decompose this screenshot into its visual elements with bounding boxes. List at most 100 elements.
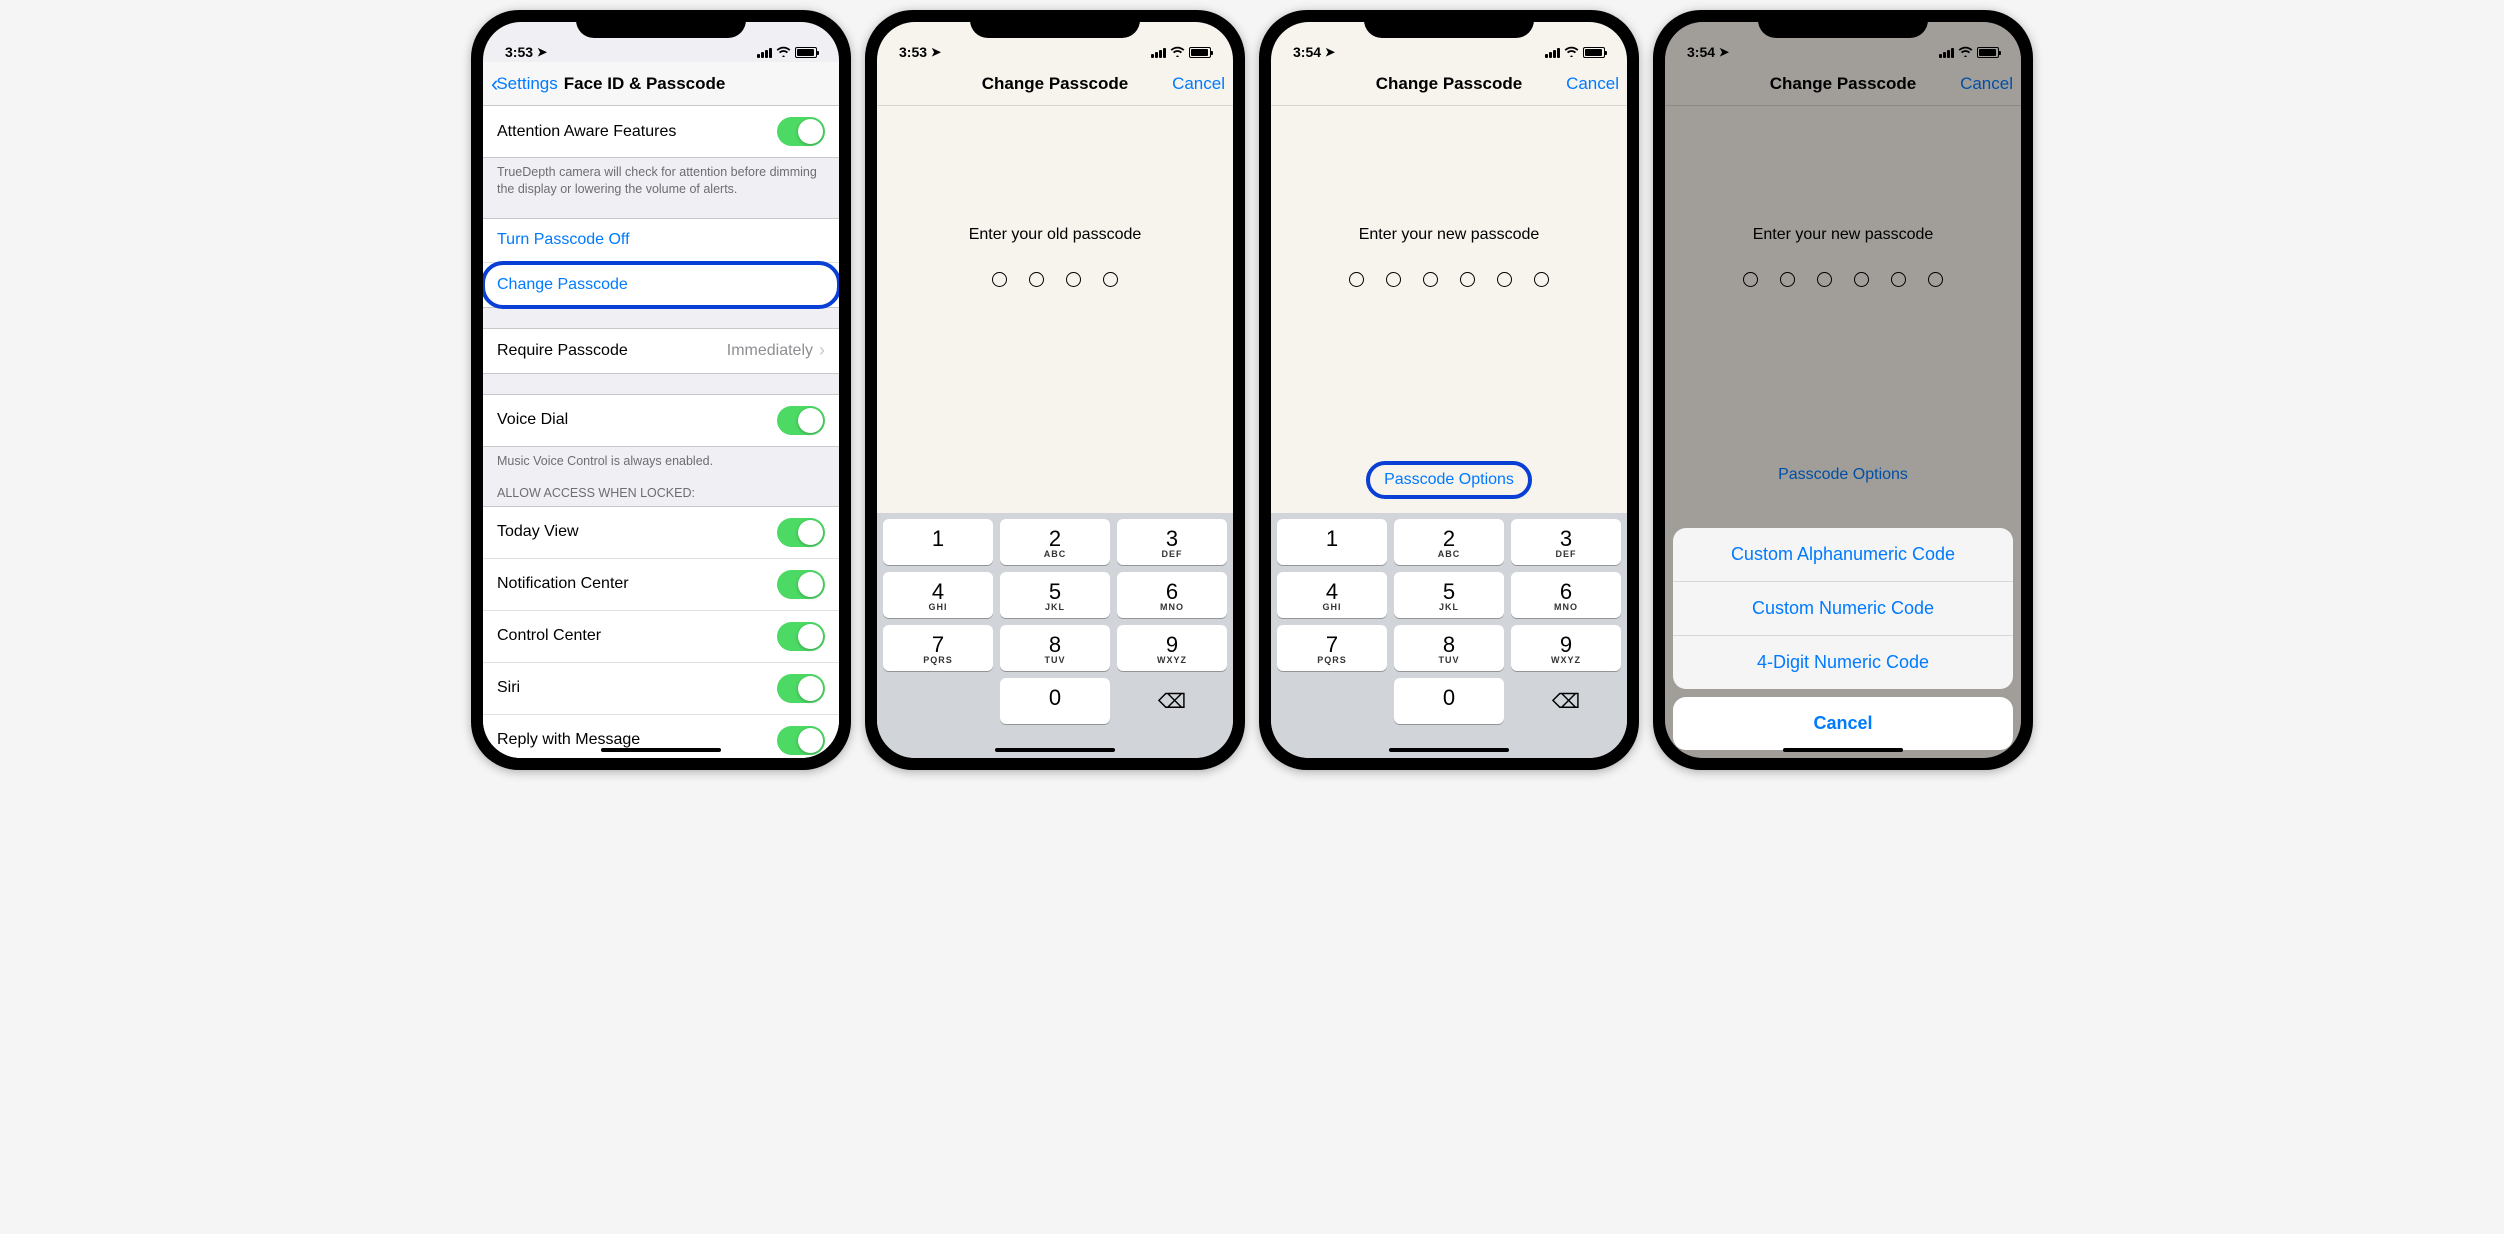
notch [576,10,746,38]
voice-dial-row[interactable]: Voice Dial [483,395,839,446]
toggle-on[interactable] [777,117,825,146]
passcode-dot [1103,272,1118,287]
keypad-1[interactable]: 1 [883,519,993,565]
keypad-6[interactable]: 6MNO [1117,572,1227,618]
cell-detail: Immediately [727,342,813,360]
require-passcode-row[interactable]: Require Passcode Immediately › [483,329,839,373]
passcode-dot [1386,272,1401,287]
allow-notification-center[interactable]: Notification Center [483,559,839,611]
option-custom-alphanumeric[interactable]: Custom Alphanumeric Code [1673,528,2013,582]
passcode-dot [1029,272,1044,287]
battery-icon [1189,47,1211,58]
allow-today-view[interactable]: Today View [483,507,839,559]
home-indicator[interactable] [601,748,721,752]
home-indicator[interactable] [995,748,1115,752]
keypad-3[interactable]: 3DEF [1117,519,1227,565]
keypad-1[interactable]: 1 [1277,519,1387,565]
toggle-on[interactable] [777,726,825,755]
phone-frame-4: 3:54➤ Change Passcode Cancel Enter your … [1653,10,2033,770]
allow-access-group: Today View Notification Center Control C… [483,506,839,758]
nav-bar: ‹ Settings Face ID & Passcode [483,62,839,106]
passcode-dot [1460,272,1475,287]
passcode-dot [1497,272,1512,287]
numeric-keypad: 1 2ABC3DEF 4GHI5JKL6MNO 7PQRS8TUV9WXYZ0 ⌫ [1271,513,1627,730]
attention-footer: TrueDepth camera will check for attentio… [483,158,839,198]
wifi-icon [1170,45,1185,60]
status-time: 3:53 [505,44,533,60]
wifi-icon [776,45,791,60]
cancel-button[interactable]: Cancel [1172,74,1225,94]
toggle-on[interactable] [777,622,825,651]
notch [970,10,1140,38]
keypad-6[interactable]: 6MNO [1511,572,1621,618]
passcode-options-button[interactable]: Passcode Options [1372,465,1526,495]
keypad-4[interactable]: 4GHI [1277,572,1387,618]
allow-control-center[interactable]: Control Center [483,611,839,663]
passcode-dot [1423,272,1438,287]
keypad-8[interactable]: 8TUV [1000,625,1110,671]
passcode-prompt: Enter your old passcode [969,226,1142,244]
toggle-on[interactable] [777,518,825,547]
keypad-0[interactable]: 0 [1394,678,1504,724]
keypad-delete[interactable]: ⌫ [1511,678,1621,724]
option-custom-numeric[interactable]: Custom Numeric Code [1673,582,2013,636]
change-passcode-button[interactable]: Change Passcode [483,263,839,307]
keypad-blank [1277,678,1387,724]
keypad-8[interactable]: 8TUV [1394,625,1504,671]
notch [1364,10,1534,38]
cell-label: Turn Passcode Off [497,231,630,249]
voice-footer: Music Voice Control is always enabled. [483,447,839,470]
attention-aware-row[interactable]: Attention Aware Features [483,106,839,157]
location-icon: ➤ [537,45,547,59]
cell-label: Voice Dial [497,411,568,429]
battery-icon [1583,47,1605,58]
keypad-7[interactable]: 7PQRS [1277,625,1387,671]
notch [1758,10,1928,38]
keypad-5[interactable]: 5JKL [1000,572,1110,618]
numeric-keypad: 1 2ABC3DEF 4GHI5JKL6MNO 7PQRS8TUV9WXYZ0 ⌫ [877,513,1233,730]
battery-icon [795,47,817,58]
keypad-9[interactable]: 9WXYZ [1117,625,1227,671]
back-label: Settings [496,74,557,94]
passcode-entry: Enter your new passcode Passcode Options [1271,106,1627,513]
cell-label: Change Passcode [497,276,628,294]
keypad-4[interactable]: 4GHI [883,572,993,618]
toggle-on[interactable] [777,570,825,599]
toggle-on[interactable] [777,406,825,435]
keypad-2[interactable]: 2ABC [1394,519,1504,565]
home-indicator[interactable] [1783,748,1903,752]
cancel-button[interactable]: Cancel [1566,74,1619,94]
nav-bar: Change Passcode Cancel [1271,62,1627,106]
keypad-3[interactable]: 3DEF [1511,519,1621,565]
keypad-0[interactable]: 0 [1000,678,1110,724]
turn-passcode-off-button[interactable]: Turn Passcode Off [483,219,839,263]
location-icon: ➤ [1325,45,1335,59]
cell-label: Require Passcode [497,342,628,360]
home-indicator[interactable] [1389,748,1509,752]
signal-icon [757,48,772,58]
chevron-right-icon: › [819,340,825,361]
keypad-delete[interactable]: ⌫ [1117,678,1227,724]
keypad-7[interactable]: 7PQRS [883,625,993,671]
phone-frame-3: 3:54➤ Change Passcode Cancel Enter your … [1259,10,1639,770]
keypad-blank [883,678,993,724]
cell-label: Attention Aware Features [497,123,676,141]
option-4digit[interactable]: 4-Digit Numeric Code [1673,636,2013,689]
screen-old-passcode: 3:53➤ Change Passcode Cancel Enter your … [877,22,1233,758]
passcode-dots [992,272,1118,287]
passcode-dot [1534,272,1549,287]
settings-content[interactable]: Attention Aware Features TrueDepth camer… [483,106,839,758]
phone-frame-1: 3:53 ➤ ‹ Settings Face ID & Passcode Att… [471,10,851,770]
action-sheet-cancel[interactable]: Cancel [1673,697,2013,750]
allow-siri[interactable]: Siri [483,663,839,715]
signal-icon [1545,48,1560,58]
passcode-entry: Enter your old passcode [877,106,1233,513]
back-button[interactable]: ‹ Settings [491,71,558,97]
allow-header: ALLOW ACCESS WHEN LOCKED: [483,470,839,506]
keypad-5[interactable]: 5JKL [1394,572,1504,618]
toggle-on[interactable] [777,674,825,703]
keypad-2[interactable]: 2ABC [1000,519,1110,565]
keypad-9[interactable]: 9WXYZ [1511,625,1621,671]
nav-title: Face ID & Passcode [564,74,726,94]
nav-bar: Change Passcode Cancel [877,62,1233,106]
